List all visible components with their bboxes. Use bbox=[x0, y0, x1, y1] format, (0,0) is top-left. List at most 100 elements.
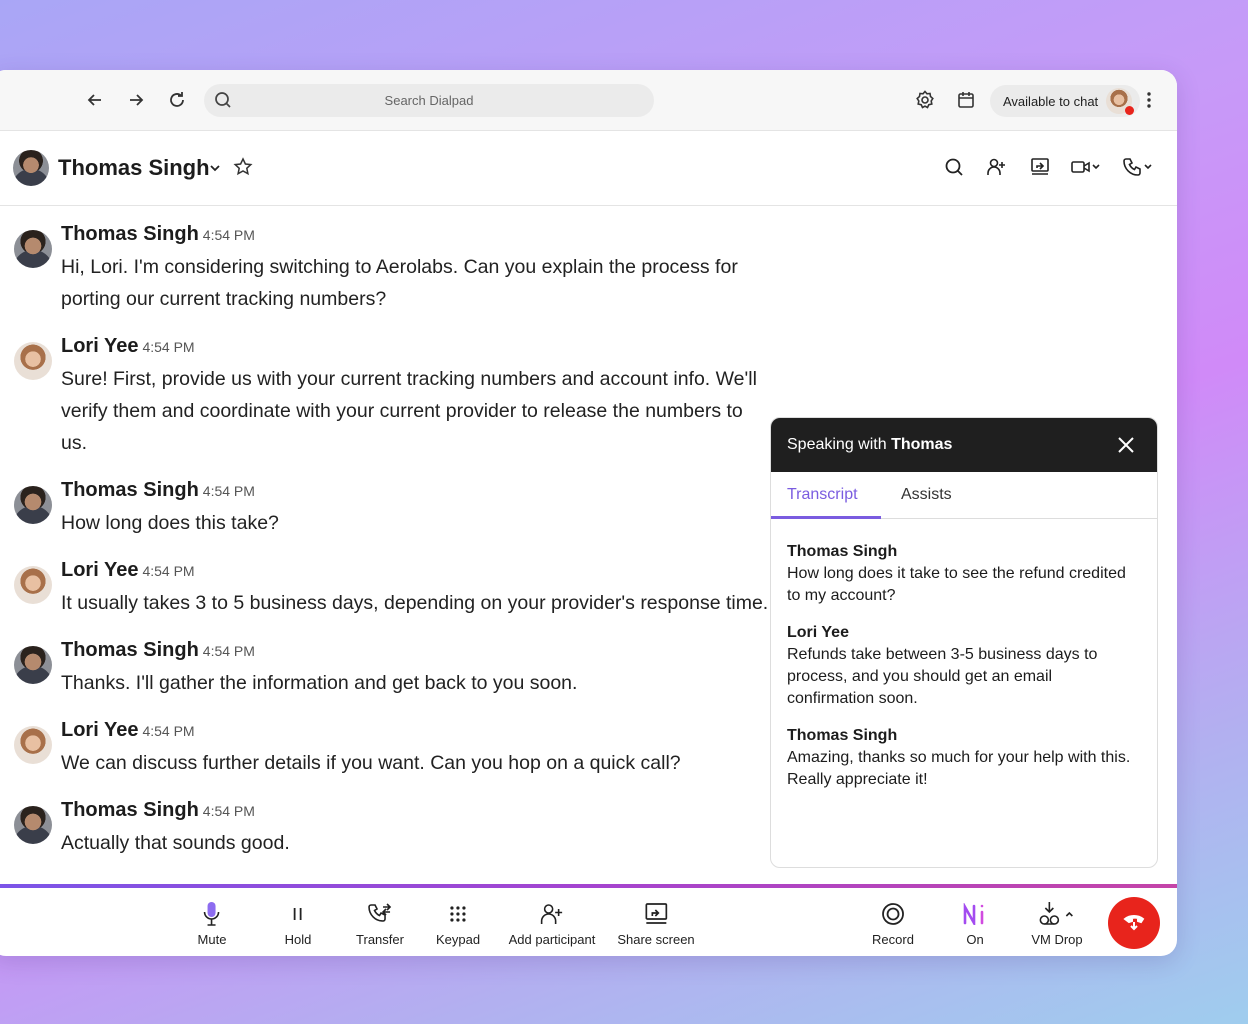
sender-avatar bbox=[14, 726, 52, 764]
sender-avatar bbox=[14, 230, 52, 268]
message-time: 4:54 PM bbox=[203, 643, 255, 659]
message-item: Thomas Singh4:54 PM Actually that sounds… bbox=[0, 794, 770, 859]
message-header: Thomas Singh4:54 PM bbox=[61, 634, 770, 667]
message-header: Thomas Singh4:54 PM bbox=[61, 794, 770, 827]
search-placeholder: Search Dialpad bbox=[385, 93, 474, 108]
sender-name: Lori Yee bbox=[61, 719, 138, 741]
message-text: Hi, Lori. I'm considering switching to A… bbox=[61, 251, 771, 315]
active-tab-indicator bbox=[771, 516, 881, 519]
ai-assist-toggle[interactable]: On bbox=[962, 900, 988, 947]
message-header: Lori Yee4:54 PM bbox=[61, 714, 770, 747]
message-time: 4:54 PM bbox=[203, 803, 255, 819]
message-item: Thomas Singh4:54 PM How long does this t… bbox=[0, 474, 770, 539]
mute-button[interactable]: Mute bbox=[198, 900, 227, 947]
panel-tabs: Transcript Assists bbox=[771, 472, 1157, 519]
message-text: Sure! First, provide us with your curren… bbox=[61, 363, 771, 459]
share-screen-button[interactable]: Share screen bbox=[617, 900, 694, 947]
tab-transcript[interactable]: Transcript bbox=[787, 486, 858, 504]
sender-name: Thomas Singh bbox=[61, 799, 199, 821]
message-time: 4:54 PM bbox=[203, 483, 255, 499]
message-text: Thanks. I'll gather the information and … bbox=[61, 667, 771, 699]
add-person-icon bbox=[540, 900, 564, 928]
message-text: Actually that sounds good. bbox=[61, 827, 771, 859]
message-time: 4:54 PM bbox=[142, 723, 194, 739]
phone-transfer-icon bbox=[368, 900, 392, 928]
status-label: Available to chat bbox=[1003, 94, 1098, 109]
transcript-text: Refunds take between 3-5 business days t… bbox=[787, 644, 1141, 710]
more-vertical-icon[interactable] bbox=[1146, 90, 1152, 110]
keypad-icon bbox=[449, 900, 467, 928]
record-icon bbox=[881, 900, 905, 928]
message-header: Lori Yee4:54 PM bbox=[61, 330, 770, 363]
reload-icon[interactable] bbox=[167, 90, 187, 110]
availability-status-button[interactable]: Available to chat bbox=[990, 85, 1140, 117]
contact-name[interactable]: Thomas Singh bbox=[58, 155, 210, 181]
ai-logo-icon bbox=[962, 900, 988, 928]
search-icon[interactable] bbox=[944, 157, 964, 177]
live-call-panel: Speaking with Thomas Transcript Assists … bbox=[770, 417, 1158, 868]
panel-title-prefix: Speaking with bbox=[787, 436, 891, 454]
voicemail-drop-icon bbox=[1038, 900, 1076, 928]
chevron-down-icon[interactable] bbox=[208, 161, 222, 175]
message-item: Thomas Singh4:54 PM Hi, Lori. I'm consid… bbox=[0, 218, 770, 315]
message-text: We can discuss further details if you wa… bbox=[61, 747, 771, 779]
transcript-entry: Thomas SinghAmazing, thanks so much for … bbox=[787, 725, 1141, 791]
message-text: It usually takes 3 to 5 business days, d… bbox=[61, 587, 771, 619]
sender-avatar bbox=[14, 806, 52, 844]
message-item: Thomas Singh4:54 PM Thanks. I'll gather … bbox=[0, 634, 770, 699]
record-button[interactable]: Record bbox=[872, 900, 914, 947]
video-icon[interactable] bbox=[1071, 157, 1105, 177]
sender-name: Lori Yee bbox=[61, 559, 138, 581]
hang-up-phone-icon bbox=[1123, 910, 1145, 937]
message-item: Lori Yee4:54 PM Sure! First, provide us … bbox=[0, 330, 770, 459]
add-person-icon[interactable] bbox=[986, 157, 1006, 177]
hang-up-button[interactable] bbox=[1108, 897, 1160, 949]
message-header: Thomas Singh4:54 PM bbox=[61, 474, 770, 507]
sender-name: Thomas Singh bbox=[61, 223, 199, 245]
transcript-list: Thomas SinghHow long does it take to see… bbox=[771, 519, 1157, 791]
share-screen-icon bbox=[644, 900, 668, 928]
hold-button[interactable]: Hold bbox=[285, 900, 312, 947]
message-item: Lori Yee4:54 PM It usually takes 3 to 5 … bbox=[0, 554, 770, 619]
transcript-text: How long does it take to see the refund … bbox=[787, 563, 1141, 607]
back-arrow-icon[interactable] bbox=[85, 90, 105, 110]
transcript-speaker: Lori Yee bbox=[787, 622, 1141, 644]
conversation-header: Thomas Singh bbox=[0, 131, 1177, 206]
message-text: How long does this take? bbox=[61, 507, 771, 539]
star-icon[interactable] bbox=[233, 157, 253, 177]
top-bar: Search Dialpad Available to chat bbox=[0, 70, 1177, 131]
message-item: Lori Yee4:54 PM We can discuss further d… bbox=[0, 714, 770, 779]
keypad-button[interactable]: Keypad bbox=[436, 900, 480, 947]
transcript-entry: Thomas SinghHow long does it take to see… bbox=[787, 541, 1141, 607]
sender-name: Lori Yee bbox=[61, 335, 138, 357]
sender-avatar bbox=[14, 566, 52, 604]
share-screen-icon[interactable] bbox=[1030, 157, 1050, 177]
message-list: Thomas Singh4:54 PM Hi, Lori. I'm consid… bbox=[0, 206, 770, 874]
settings-gear-icon[interactable] bbox=[915, 90, 935, 110]
microphone-icon bbox=[202, 900, 222, 928]
add-participant-button[interactable]: Add participant bbox=[509, 900, 596, 947]
message-header: Lori Yee4:54 PM bbox=[61, 554, 770, 587]
vm-drop-button[interactable]: VM Drop bbox=[1031, 900, 1082, 947]
phone-call-icon[interactable] bbox=[1123, 157, 1157, 177]
transcript-speaker: Thomas Singh bbox=[787, 541, 1141, 563]
sender-avatar bbox=[14, 646, 52, 684]
transfer-button[interactable]: Transfer bbox=[356, 900, 404, 947]
search-input[interactable]: Search Dialpad bbox=[204, 84, 654, 117]
status-dot bbox=[1125, 106, 1134, 115]
calendar-icon[interactable] bbox=[956, 90, 976, 110]
sender-name: Thomas Singh bbox=[61, 479, 199, 501]
transcript-text: Amazing, thanks so much for your help wi… bbox=[787, 747, 1141, 791]
message-time: 4:54 PM bbox=[142, 339, 194, 355]
call-controls: Mute Hold Transfer Keypad Add participan… bbox=[0, 888, 1177, 956]
message-time: 4:54 PM bbox=[142, 563, 194, 579]
sender-avatar bbox=[14, 486, 52, 524]
forward-arrow-icon[interactable] bbox=[126, 90, 146, 110]
tab-assists[interactable]: Assists bbox=[901, 486, 952, 504]
transcript-speaker: Thomas Singh bbox=[787, 725, 1141, 747]
contact-avatar bbox=[13, 150, 49, 186]
panel-header: Speaking with Thomas bbox=[771, 418, 1157, 472]
message-header: Thomas Singh4:54 PM bbox=[61, 218, 770, 251]
close-icon[interactable] bbox=[1117, 436, 1135, 459]
app-window: Search Dialpad Available to chat Thomas … bbox=[0, 70, 1177, 956]
